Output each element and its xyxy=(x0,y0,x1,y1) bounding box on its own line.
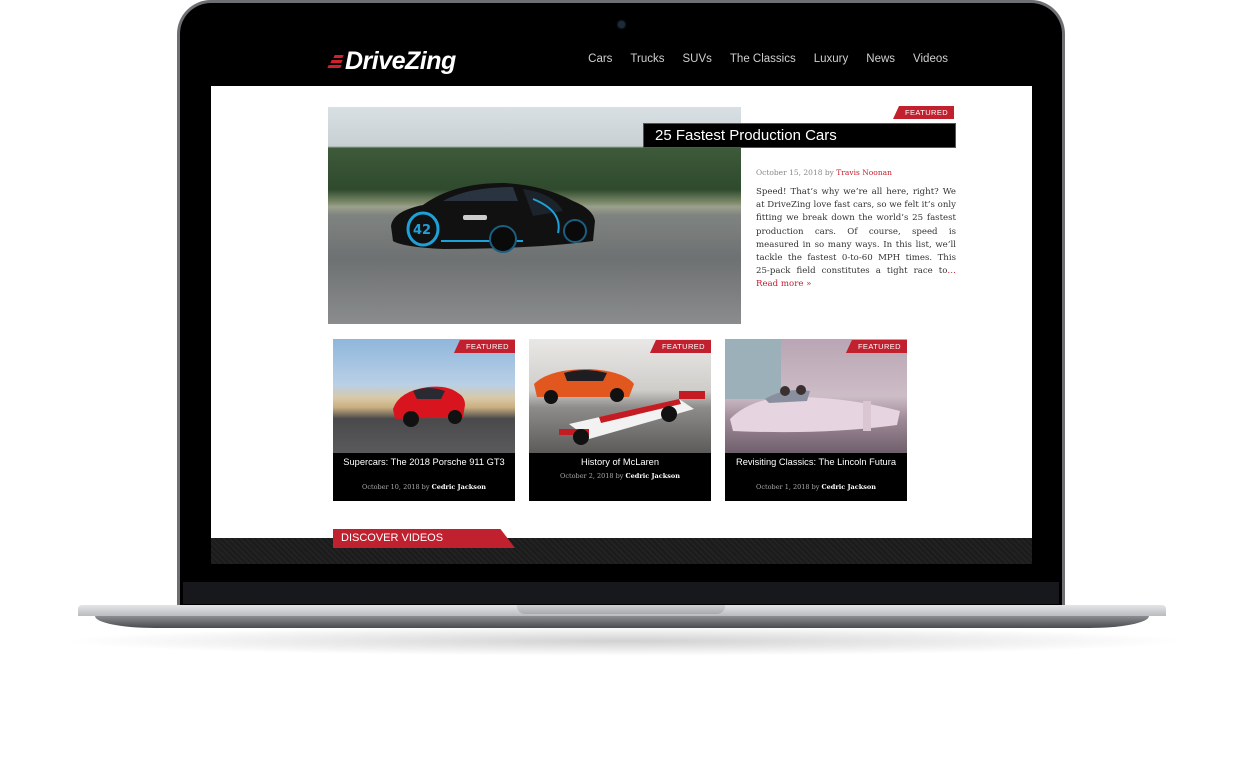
card-author-link[interactable]: Cedric Jackson xyxy=(626,472,680,480)
featured-badge: FEATURED xyxy=(845,340,907,353)
nav-item-suvs[interactable]: SUVs xyxy=(683,53,712,65)
laptop-notch xyxy=(517,605,725,614)
card-image[interactable] xyxy=(333,339,515,453)
card-image[interactable] xyxy=(725,339,907,453)
card-title[interactable]: Supercars: The 2018 Porsche 911 GT3 xyxy=(339,457,509,468)
nav-item-luxury[interactable]: Luxury xyxy=(814,53,849,65)
card-title[interactable]: Revisiting Classics: The Lincoln Futura xyxy=(731,457,901,468)
card-image[interactable] xyxy=(529,339,711,453)
featured-badge: FEATURED xyxy=(649,340,711,353)
card-meta: October 10, 2018 by Cedric Jackson xyxy=(333,483,515,491)
card-title[interactable]: History of McLaren xyxy=(535,457,705,468)
card-date: October 10, 2018 by xyxy=(361,483,432,491)
logo-stripes-icon xyxy=(327,54,344,70)
hero-author-link[interactable]: Travis Noonan xyxy=(836,168,892,177)
discover-videos-heading[interactable]: DISCOVER VIDEOS xyxy=(333,529,515,548)
card-author-link[interactable]: Cedric Jackson xyxy=(822,483,876,491)
main-content: 42 FEATURED 25 Fastest Production Cars O… xyxy=(211,86,1032,538)
featured-badge: FEATURED xyxy=(893,106,955,119)
hero-car-illustration: 42 xyxy=(391,183,595,253)
porsche-illustration xyxy=(393,386,465,427)
laptop-chin xyxy=(183,582,1059,604)
nav-item-news[interactable]: News xyxy=(866,53,895,65)
nav-item-cars[interactable]: Cars xyxy=(588,53,612,65)
site-logo[interactable]: DriveZing xyxy=(327,47,456,76)
svg-text:42: 42 xyxy=(413,223,431,238)
article-card[interactable]: FEATURED History of McLaren October 2, 2… xyxy=(529,339,711,501)
card-meta: October 1, 2018 by Cedric Jackson xyxy=(725,483,907,491)
laptop-base-bottom xyxy=(95,616,1149,628)
card-meta: October 2, 2018 by Cedric Jackson xyxy=(529,472,711,480)
nav-item-videos[interactable]: Videos xyxy=(913,53,948,65)
hero-excerpt-text: Speed! That’s why we’re all here, right?… xyxy=(756,187,956,277)
nav-item-trucks[interactable]: Trucks xyxy=(630,53,664,65)
mclaren-illustration xyxy=(534,369,705,445)
hero-excerpt: Speed! That’s why we’re all here, right?… xyxy=(756,186,956,292)
webcam-icon xyxy=(618,21,625,28)
featured-badge: FEATURED xyxy=(453,340,515,353)
hero-date: October 15, 2018 by xyxy=(756,168,837,177)
hero-meta: October 15, 2018 by Travis Noonan xyxy=(756,168,892,177)
main-nav: Cars Trucks SUVs The Classics Luxury New… xyxy=(570,53,948,65)
hero-title[interactable]: 25 Fastest Production Cars xyxy=(643,123,956,148)
nav-item-the-classics[interactable]: The Classics xyxy=(730,53,796,65)
laptop-shadow xyxy=(60,626,1190,656)
logo-text: DriveZing xyxy=(345,47,456,75)
article-card[interactable]: FEATURED Supercars: The 2018 Porsche 911… xyxy=(333,339,515,501)
article-card[interactable]: FEATURED Revisiting Classics: The Lincol… xyxy=(725,339,907,501)
card-date: October 1, 2018 by xyxy=(756,483,822,491)
card-author-link[interactable]: Cedric Jackson xyxy=(432,483,486,491)
laptop-mockup: DriveZing Cars Trucks SUVs The Classics … xyxy=(0,0,1253,758)
browser-screen: DriveZing Cars Trucks SUVs The Classics … xyxy=(211,34,1032,564)
card-date: October 2, 2018 by xyxy=(560,472,626,480)
site-header: DriveZing Cars Trucks SUVs The Classics … xyxy=(211,34,1032,86)
lincoln-futura-illustration xyxy=(725,339,900,433)
